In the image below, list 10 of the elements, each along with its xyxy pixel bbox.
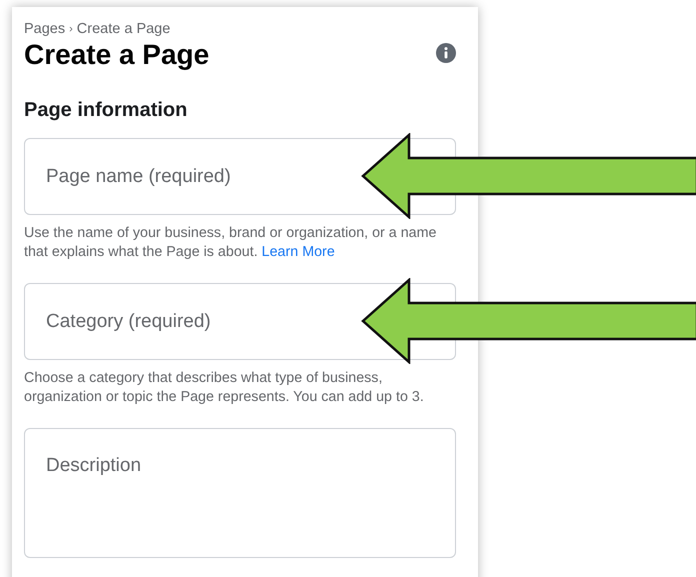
helper-text: Use the name of your business, brand or organization, or a name that explains what the Page is about. Learn More (24, 224, 438, 261)
breadcrumb-link[interactable]: Pages (24, 21, 66, 37)
breadcrumb-separator: › (69, 23, 73, 35)
breadcrumb-link[interactable]: Create a Page (76, 21, 170, 37)
learn-more-link[interactable]: Learn More (262, 244, 335, 260)
info-icon[interactable] (436, 43, 456, 63)
page-title: Create a Page (24, 39, 210, 71)
section-heading: Page information (24, 99, 188, 122)
text-area[interactable]: Description (24, 428, 456, 558)
helper-text: Choose a category that describes what type of business, organization or topic the Page represents. You can add up to 3. (24, 369, 425, 406)
